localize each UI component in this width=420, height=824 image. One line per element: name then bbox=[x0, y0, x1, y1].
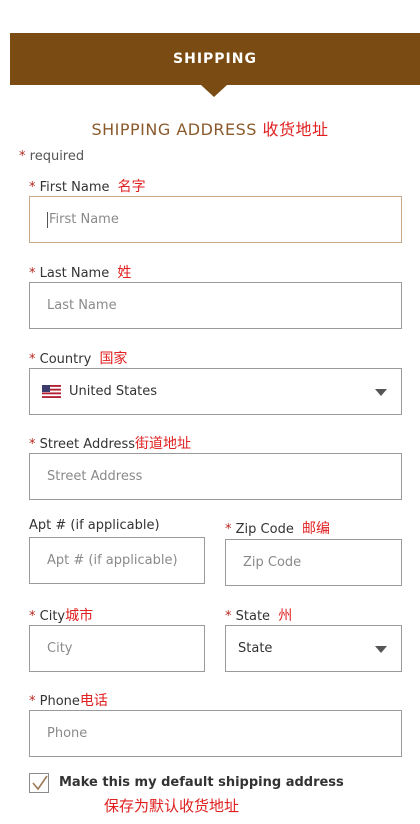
phone-label: * Phone电话 bbox=[29, 690, 108, 710]
street-address-input[interactable] bbox=[47, 469, 401, 484]
zip-code-label: * Zip Code 邮编 bbox=[225, 518, 330, 538]
required-star: * bbox=[29, 437, 36, 452]
country-note: 国家 bbox=[99, 351, 128, 367]
phone-label-text: Phone bbox=[39, 694, 80, 709]
phone-note: 电话 bbox=[79, 693, 108, 709]
first-name-label-text: First Name bbox=[39, 180, 110, 195]
country-value: United States bbox=[69, 384, 158, 399]
street-address-label-text: Street Address bbox=[39, 437, 136, 452]
city-note: 城市 bbox=[65, 608, 94, 624]
apt-label-text: Apt # (if applicable) bbox=[29, 518, 160, 533]
us-flag-icon bbox=[42, 385, 61, 398]
zip-code-field[interactable] bbox=[225, 539, 402, 586]
apt-label: Apt # (if applicable) bbox=[29, 518, 160, 533]
last-name-note: 姓 bbox=[117, 265, 132, 281]
apt-input[interactable] bbox=[47, 553, 204, 568]
country-select[interactable]: United States bbox=[29, 368, 402, 415]
apt-field[interactable] bbox=[29, 537, 205, 584]
zip-code-input[interactable] bbox=[243, 555, 401, 570]
required-star: * bbox=[29, 694, 36, 709]
last-name-field[interactable] bbox=[29, 282, 402, 329]
default-address-note: 保存为默认收货地址 bbox=[104, 797, 240, 815]
first-name-note: 名字 bbox=[117, 179, 146, 195]
first-name-label: * First Name 名字 bbox=[29, 176, 146, 196]
state-value: State bbox=[238, 641, 273, 656]
banner-arrow-icon bbox=[201, 85, 227, 97]
street-address-label: * Street Address街道地址 bbox=[29, 433, 191, 453]
street-address-note: 街道地址 bbox=[135, 436, 192, 452]
first-name-input[interactable] bbox=[49, 212, 401, 227]
street-address-field[interactable] bbox=[29, 453, 402, 500]
last-name-label: * Last Name 姓 bbox=[29, 262, 131, 282]
state-label: * State 州 bbox=[225, 605, 292, 625]
required-star: * bbox=[29, 609, 36, 624]
default-address-checkbox[interactable] bbox=[29, 773, 49, 793]
required-star: * bbox=[19, 149, 26, 164]
city-field[interactable] bbox=[29, 625, 205, 672]
banner-title: SHIPPING bbox=[173, 51, 257, 67]
section-title-note: 收货地址 bbox=[262, 120, 329, 139]
required-star: * bbox=[225, 522, 232, 537]
city-label-text: City bbox=[39, 609, 66, 624]
country-label-text: Country bbox=[39, 352, 92, 367]
shipping-banner: SHIPPING bbox=[10, 33, 420, 85]
first-name-field[interactable] bbox=[29, 196, 402, 243]
required-star: * bbox=[225, 609, 232, 624]
phone-field[interactable] bbox=[29, 710, 402, 757]
required-star: * bbox=[29, 180, 36, 195]
country-label: * Country 国家 bbox=[29, 348, 127, 368]
zip-code-label-text: Zip Code bbox=[235, 522, 294, 537]
last-name-input[interactable] bbox=[47, 298, 401, 313]
state-select[interactable]: State bbox=[225, 625, 402, 672]
chevron-down-icon bbox=[375, 645, 387, 653]
city-label: * City城市 bbox=[29, 605, 93, 625]
last-name-label-text: Last Name bbox=[39, 266, 110, 281]
section-title: SHIPPING ADDRESS 收货地址 bbox=[0, 116, 420, 140]
required-note: * required bbox=[19, 149, 84, 164]
default-address-label[interactable]: Make this my default shipping address bbox=[59, 775, 344, 790]
checkmark-icon bbox=[32, 775, 48, 791]
state-label-text: State bbox=[235, 609, 271, 624]
required-star: * bbox=[29, 352, 36, 367]
zip-code-note: 邮编 bbox=[301, 521, 330, 537]
required-star: * bbox=[29, 266, 36, 281]
section-title-text: SHIPPING ADDRESS bbox=[91, 120, 257, 139]
phone-input[interactable] bbox=[47, 726, 401, 741]
text-cursor bbox=[47, 211, 48, 228]
chevron-down-icon bbox=[375, 388, 387, 396]
state-note: 州 bbox=[278, 608, 293, 624]
required-note-text: required bbox=[29, 149, 85, 164]
city-input[interactable] bbox=[47, 641, 204, 656]
